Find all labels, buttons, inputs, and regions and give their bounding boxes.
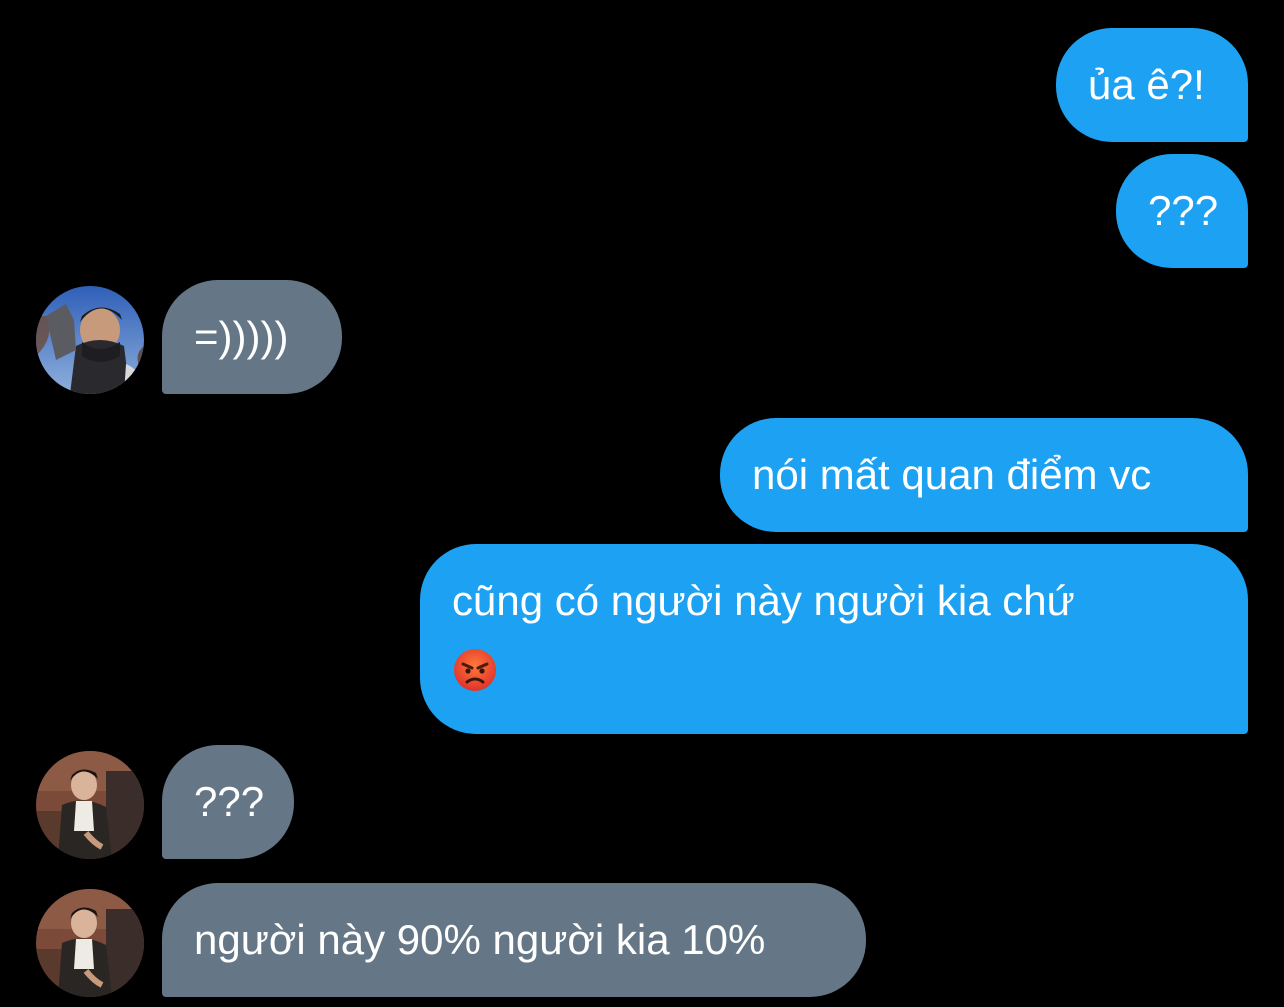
message-text: ??? bbox=[1148, 187, 1219, 234]
message-bubble-outgoing[interactable]: nói mất quan điểm vc bbox=[720, 418, 1248, 532]
avatar[interactable] bbox=[36, 889, 144, 997]
avatar-person-portrait-icon bbox=[36, 889, 144, 997]
message-bubble-outgoing[interactable]: ??? bbox=[1116, 154, 1248, 268]
message-bubble-outgoing[interactable]: ủa ê?! bbox=[1056, 28, 1248, 142]
angry-face-emoji-icon bbox=[454, 648, 496, 691]
chat-thread: ủa ê?! ??? =))))) nói mất quan điểm vc c… bbox=[0, 0, 1284, 1007]
avatar[interactable] bbox=[36, 286, 144, 394]
message-text: người này 90% người kia 10% bbox=[194, 916, 766, 963]
avatar-masked-person-icon bbox=[36, 286, 144, 394]
message-text: =))))) bbox=[194, 313, 289, 360]
message-bubble-incoming[interactable]: ??? bbox=[162, 745, 294, 859]
message-text: nói mất quan điểm vc bbox=[752, 451, 1152, 498]
message-text: ủa ê?! bbox=[1088, 61, 1205, 108]
message-bubble-incoming[interactable]: người này 90% người kia 10% bbox=[162, 883, 866, 997]
avatar[interactable] bbox=[36, 751, 144, 859]
message-bubble-outgoing[interactable]: cũng có người này người kia chứ bbox=[420, 544, 1248, 734]
avatar-person-portrait-icon bbox=[36, 751, 144, 859]
message-text: cũng có người này người kia chứ bbox=[452, 577, 1075, 624]
message-text: ??? bbox=[194, 778, 265, 825]
message-bubble-incoming[interactable]: =))))) bbox=[162, 280, 342, 394]
